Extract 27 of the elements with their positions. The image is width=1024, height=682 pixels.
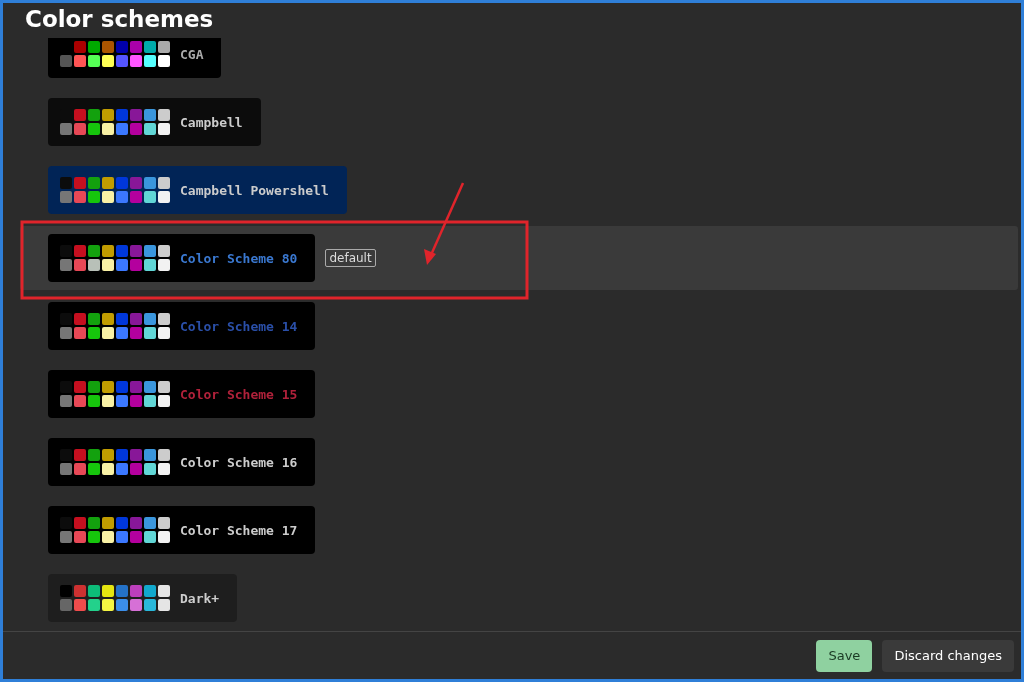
scheme-row[interactable]: Color Scheme 80 default (20, 226, 1018, 290)
scheme-card[interactable]: Color Scheme 16 (48, 438, 316, 486)
scheme-row[interactable]: Color Scheme 17 (20, 498, 1018, 562)
scheme-card[interactable]: CGA (48, 38, 222, 78)
scheme-name: Dark+ (180, 590, 220, 606)
scheme-row[interactable]: Dark+ (20, 566, 1018, 630)
scheme-row[interactable]: Campbell (20, 90, 1018, 154)
discard-button[interactable]: Discard changes (882, 639, 1014, 672)
scheme-row[interactable]: Campbell Powershell (20, 158, 1018, 222)
scheme-card[interactable]: Dark+ (48, 574, 238, 622)
scheme-card[interactable]: Campbell Powershell (48, 166, 347, 214)
page-title: Color schemes (24, 5, 215, 34)
scheme-name: Color Scheme 17 (180, 522, 298, 538)
default-tag: default (325, 249, 376, 267)
scheme-row[interactable]: Color Scheme 16 (20, 430, 1018, 494)
scheme-name: Color Scheme 14 (180, 318, 298, 334)
scheme-name: Color Scheme 80 (180, 250, 298, 266)
scheme-name: Campbell (180, 114, 243, 130)
save-button[interactable]: Save (816, 639, 873, 672)
scheme-name: Color Scheme 15 (180, 386, 298, 402)
scheme-row[interactable]: CGA (20, 38, 1018, 86)
scheme-name: CGA (180, 46, 204, 62)
scheme-card[interactable]: Color Scheme 17 (48, 506, 316, 554)
scheme-name: Campbell Powershell (180, 182, 329, 198)
scheme-card[interactable]: Color Scheme 80 (48, 234, 316, 282)
scheme-card[interactable]: Campbell (48, 98, 261, 146)
scheme-name: Color Scheme 16 (180, 454, 298, 470)
